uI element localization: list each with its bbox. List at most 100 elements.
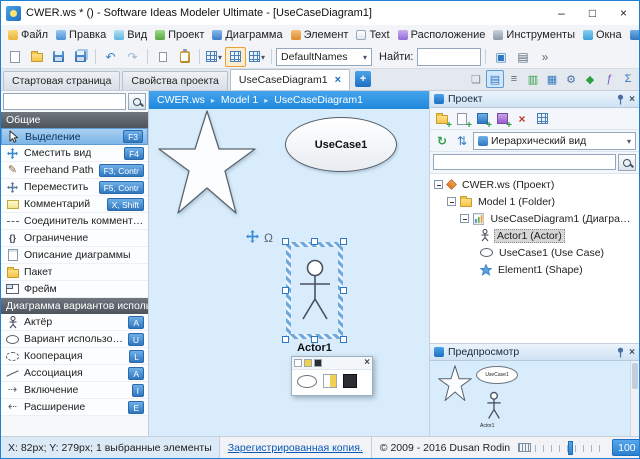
usecase-shape[interactable]: UseCase1 [285,117,397,172]
tree-item-shape[interactable]: Element1 (Shape) [430,261,639,278]
menu-tools[interactable]: Инструменты [489,25,579,45]
dock-statistics-panel-icon[interactable]: ▦ [543,70,561,88]
style-dark-option[interactable] [343,374,357,388]
dock-documentation-panel-icon[interactable]: ▥ [524,70,542,88]
toolbar-overflow-button[interactable]: » [534,47,555,67]
redo-button[interactable]: ↷ [122,47,143,67]
pin-icon[interactable] [616,94,625,105]
new-file-button[interactable] [4,47,25,67]
style-ellipse-option[interactable] [297,374,317,388]
selection-handle[interactable] [282,238,289,245]
scrollbar-thumb[interactable] [632,363,638,389]
pin-icon[interactable] [616,347,625,358]
preview-scrollbar[interactable] [630,361,639,436]
menu-layout[interactable]: Расположение [394,25,490,45]
selection-handle[interactable] [340,238,347,245]
breadcrumb-item-diagram[interactable]: UseCaseDiagram1 [274,94,363,106]
float-panel-icon[interactable]: ❏ [467,70,485,88]
undo-button[interactable]: ↶ [100,47,121,67]
rotate-handle-icon[interactable]: Ω [264,232,273,244]
tool-use-case[interactable]: Вариант использованияU [1,331,148,348]
tool-move[interactable]: Переместить F5, Contr [1,179,148,196]
selection-handle[interactable] [310,238,318,245]
minimize-icon[interactable]: – [546,1,577,25]
tab-usecase-diagram[interactable]: UseCaseDiagram1 × [229,69,351,90]
view-mode-combo[interactable]: Иерархический вид [473,131,636,150]
tool-diagram-description[interactable]: Описание диаграммы [1,247,148,264]
grid-view-button[interactable] [533,110,551,128]
menu-help[interactable]: Справка [626,25,639,45]
layout-dropdown-button[interactable] [247,47,267,67]
tool-constraint[interactable]: {} Ограничение [1,230,148,247]
tool-selection[interactable]: Выделение F3 [1,128,148,145]
dock-settings-gear-icon[interactable]: ⚙ [562,70,580,88]
zoom-slider-thumb[interactable] [568,440,574,455]
tree-item-usecase[interactable]: UseCase1 (Use Case) [430,244,639,261]
dock-fields-panel-icon[interactable]: ƒ [600,70,618,88]
new-tab-button[interactable]: + [355,71,372,87]
toolbox-search-input[interactable] [3,93,126,110]
tool-include[interactable]: ⇢ Включение I [1,382,148,399]
tool-pan-view[interactable]: Сместить вид F4 [1,145,148,162]
tool-comment[interactable]: Комментарий X, Shift [1,196,148,213]
star-shape[interactable] [157,109,257,217]
selection-handle[interactable] [340,286,347,294]
collapse-icon[interactable] [460,214,469,223]
menu-windows[interactable]: Окна [579,25,626,45]
swatch-white[interactable] [294,359,302,367]
names-combo[interactable]: DefaultNames [276,47,373,66]
collapse-icon[interactable] [434,180,443,189]
save-all-button[interactable] [70,47,91,67]
menu-file[interactable]: Файл [4,25,52,45]
tool-actor[interactable]: Актёр A [1,314,148,331]
tool-package[interactable]: Пакет [1,264,148,281]
tool-association[interactable]: Ассоциация A [1,365,148,382]
swatch-yellow[interactable] [304,359,312,367]
menu-edit[interactable]: Правка [52,25,110,45]
tree-item-actor[interactable]: Actor1 (Actor) [430,227,639,244]
diagram-canvas[interactable]: UseCase1 Ω Actor1 × [149,109,429,436]
save-button[interactable] [48,47,69,67]
menu-text[interactable]: Text [352,25,393,45]
license-link[interactable]: Зарегистрированная копия. [220,437,372,458]
close-panel-icon[interactable]: × [629,347,635,358]
snap-grid-toggle[interactable] [225,46,247,67]
close-panel-icon[interactable]: × [629,94,635,105]
tree-item-project[interactable]: CWER.ws (Проект) [430,176,639,193]
tool-collaboration[interactable]: Кооперация L [1,348,148,365]
project-search-button[interactable] [618,154,636,171]
breadcrumb-item-model[interactable]: Model 1 [221,94,258,106]
tree-item-folder[interactable]: Model 1 (Folder) [430,193,639,210]
align-dropdown-button[interactable] [204,47,224,67]
dock-project-panel-icon[interactable]: ▤ [486,70,504,88]
dock-plugins-panel-icon[interactable]: ◆ [581,70,599,88]
add-diagram-button[interactable] [453,110,472,131]
menu-view[interactable]: Вид [110,25,151,45]
toolbox-group-header[interactable]: Общие [1,112,148,128]
move-handle-icon[interactable] [246,230,259,246]
add-element-button[interactable] [473,110,492,131]
tab-start-page[interactable]: Стартовая страница [3,71,121,90]
toolbox-group-header[interactable]: Диаграмма вариантов исполь... [1,298,148,314]
menu-diagram[interactable]: Диаграмма [208,25,286,45]
tool-comment-connector[interactable]: Соединитель комментария [1,213,148,230]
tree-item-diagram[interactable]: UseCaseDiagram1 (Диаграмма) [430,210,639,227]
zoom-slider[interactable] [535,440,608,455]
paste-button[interactable] [174,47,195,67]
add-folder-button[interactable] [433,110,452,131]
style-split-option[interactable] [323,374,337,388]
breadcrumb-item-project[interactable]: CWER.ws [157,94,205,106]
maximize-icon[interactable]: □ [577,1,608,25]
project-search-input[interactable] [433,154,616,170]
swatch-black[interactable] [314,359,322,367]
tab-close-icon[interactable]: × [335,74,341,86]
add-package-button[interactable] [493,110,512,131]
toolbox-search-button[interactable] [128,93,146,110]
collapse-icon[interactable] [447,197,456,206]
menu-element[interactable]: Элемент [287,25,353,45]
dock-formulas-panel-icon[interactable]: Σ [619,70,637,88]
dock-elements-panel-icon[interactable]: ≡ [505,70,523,88]
zoom-combo[interactable]: 100 % [612,439,639,456]
menu-project[interactable]: Проект [151,25,208,45]
export-image-button[interactable]: ▣ [490,47,511,67]
